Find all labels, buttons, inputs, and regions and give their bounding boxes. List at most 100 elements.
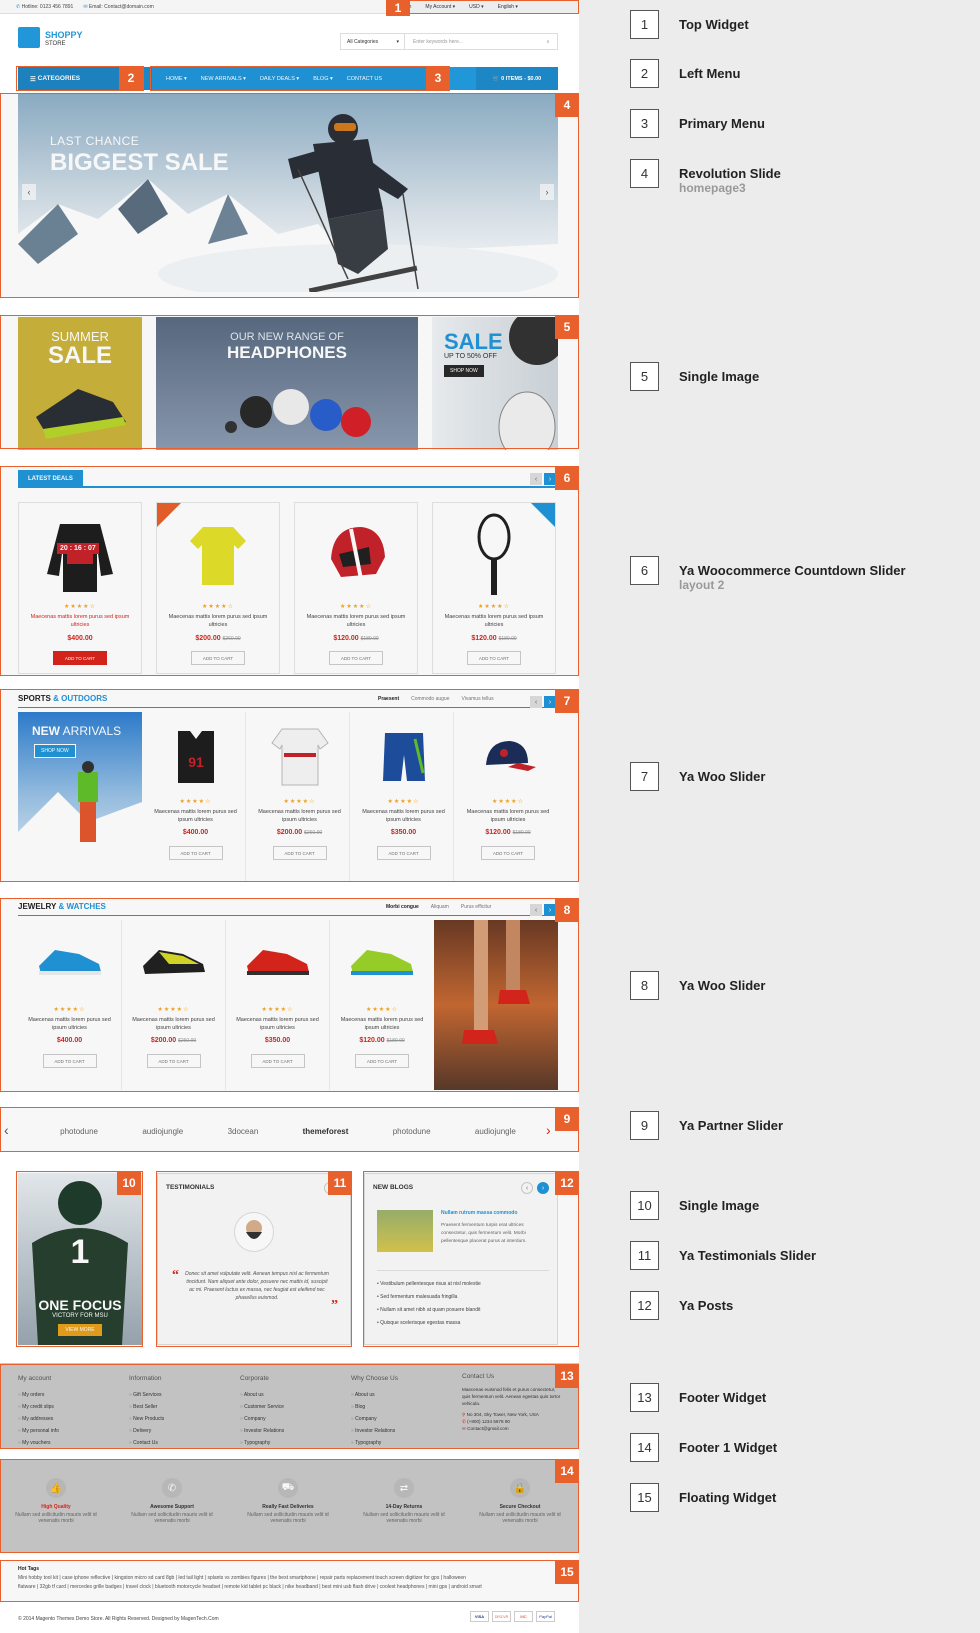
legend-8: 8 Ya Woo Slider: [630, 971, 765, 1000]
hotline-text: Hotline: 0123 456 7891: [21, 3, 74, 10]
highlight-9: [0, 1107, 579, 1152]
legend-label: Footer 1 Widget: [679, 1440, 777, 1455]
highlight-12: [363, 1171, 579, 1347]
cart-icon: 🛒: [492, 75, 502, 82]
site-screenshot: ✆ Hotline: 0123 456 7891 ✉ Email: Contac…: [0, 0, 579, 1633]
legend-label: Floating Widget: [679, 1490, 776, 1505]
marker-13: 13: [555, 1364, 579, 1388]
marker-7: 7: [555, 689, 579, 713]
logo[interactable]: SHOPPY STORE: [45, 31, 83, 49]
legend-number: 1: [630, 10, 659, 39]
search-bar: All Categories ▾ Enter keywords here... ⌕: [340, 33, 558, 50]
search-input[interactable]: Enter keywords here...: [405, 39, 539, 45]
legend-1: 1 Top Widget: [630, 10, 749, 39]
legend-text: Ya Posts: [679, 1298, 734, 1313]
marker-9: 9: [555, 1107, 579, 1131]
legend-number: 14: [630, 1433, 659, 1462]
marker-3: 3: [426, 66, 450, 90]
email-text: Email: Contact@domain.com: [88, 3, 154, 10]
legend-13: 13 Footer Widget: [630, 1383, 766, 1412]
legend-subtext: layout 2: [679, 578, 725, 592]
marker-11: 11: [328, 1171, 352, 1195]
highlight-3: [150, 66, 450, 91]
legend-4: 4 Revolution Slide homepage3: [630, 159, 781, 196]
legend-14: 14 Footer 1 Widget: [630, 1433, 777, 1462]
visa-icon: VISA: [470, 1611, 489, 1622]
legend-text: Ya Testimonials Slider: [679, 1248, 817, 1263]
highlight-5: [0, 315, 579, 449]
search-category-label: All Categories: [347, 38, 379, 45]
legend-label: Ya Woocommerce Countdown Slider layout 2: [679, 563, 906, 593]
legend-text: Footer Widget: [679, 1390, 767, 1405]
legend-11: 11 Ya Testimonials Slider: [630, 1241, 816, 1270]
highlight-1: [386, 0, 579, 14]
legend-number: 4: [630, 159, 659, 188]
highlight-4: [0, 93, 579, 298]
legend-text: Ya Woo Slider: [679, 769, 766, 784]
legend-label: Ya Testimonials Slider: [679, 1248, 816, 1263]
search-category-select[interactable]: All Categories ▾: [341, 34, 405, 49]
hotline: ✆ Hotline: 0123 456 7891: [16, 4, 73, 10]
legend-text: Ya Woo Slider: [679, 978, 766, 993]
logo-main: SHOPPY: [45, 30, 83, 40]
legend-3: 3 Primary Menu: [630, 109, 765, 138]
legend-label: Left Menu: [679, 66, 740, 81]
highlight-7: [0, 689, 579, 882]
highlight-6: [0, 466, 579, 676]
chevron-down-icon: ▾: [396, 38, 399, 45]
legend-text: Floating Widget: [679, 1490, 777, 1505]
highlight-13: [0, 1364, 579, 1449]
legend-number: 11: [630, 1241, 659, 1270]
payment-icons: VISA DISCVR MC PayPal: [470, 1611, 555, 1622]
legend-number: 6: [630, 556, 659, 585]
marker-6: 6: [555, 466, 579, 490]
legend-label: Ya Woo Slider: [679, 978, 765, 993]
legend-number: 7: [630, 762, 659, 791]
legend-7: 7 Ya Woo Slider: [630, 762, 765, 791]
legend-number: 2: [630, 59, 659, 88]
highlight-8: [0, 898, 579, 1092]
legend-text: Single Image: [679, 369, 760, 384]
highlight-15: [0, 1560, 579, 1602]
legend-9: 9 Ya Partner Slider: [630, 1111, 783, 1140]
cart-label: 0 ITEMS - $0.00: [501, 75, 542, 82]
logo-bag-icon[interactable]: [18, 27, 40, 48]
marker-5: 5: [555, 315, 579, 339]
copyright-text: © 2014 Magento Themes Demo Store. All Ri…: [18, 1616, 219, 1622]
marker-4: 4: [555, 93, 579, 117]
legend-number: 12: [630, 1291, 659, 1320]
legend-text: Ya Partner Slider: [679, 1118, 784, 1133]
legend-text: Single Image: [679, 1198, 760, 1213]
search-icon[interactable]: ⌕: [539, 39, 557, 45]
marker-10: 10: [117, 1171, 141, 1195]
highlight-11: [156, 1171, 352, 1347]
legend-number: 5: [630, 362, 659, 391]
legend-label: Ya Posts: [679, 1298, 733, 1313]
legend-text: Top Widget: [679, 17, 749, 32]
legend-label: Ya Woo Slider: [679, 769, 765, 784]
discover-icon: DISCVR: [492, 1611, 511, 1622]
legend-label: Single Image: [679, 1198, 759, 1213]
legend-5: 5 Single Image: [630, 362, 759, 391]
cart-button[interactable]: 🛒 0 ITEMS - $0.00: [476, 67, 558, 90]
legend-text: Left Menu: [679, 66, 741, 81]
legend-text: Footer 1 Widget: [679, 1440, 778, 1455]
logo-sub: STORE: [45, 41, 66, 47]
legend-subtext: homepage3: [679, 181, 746, 195]
legend-number: 13: [630, 1383, 659, 1412]
legend-number: 15: [630, 1483, 659, 1512]
legend-label: Top Widget: [679, 17, 749, 32]
paypal-icon: PayPal: [536, 1611, 555, 1622]
legend-text: Primary Menu: [679, 116, 765, 131]
legend-2: 2 Left Menu: [630, 59, 740, 88]
legend-label: Primary Menu: [679, 116, 765, 131]
email: ✉ Email: Contact@domain.com: [83, 4, 153, 10]
legend-10: 10 Single Image: [630, 1191, 759, 1220]
marker-8: 8: [555, 898, 579, 922]
mastercard-icon: MC: [514, 1611, 533, 1622]
legend-number: 8: [630, 971, 659, 1000]
legend-number: 9: [630, 1111, 659, 1140]
legend-12: 12 Ya Posts: [630, 1291, 733, 1320]
legend-label: Revolution Slide homepage3: [679, 166, 781, 196]
marker-15: 15: [555, 1560, 579, 1584]
